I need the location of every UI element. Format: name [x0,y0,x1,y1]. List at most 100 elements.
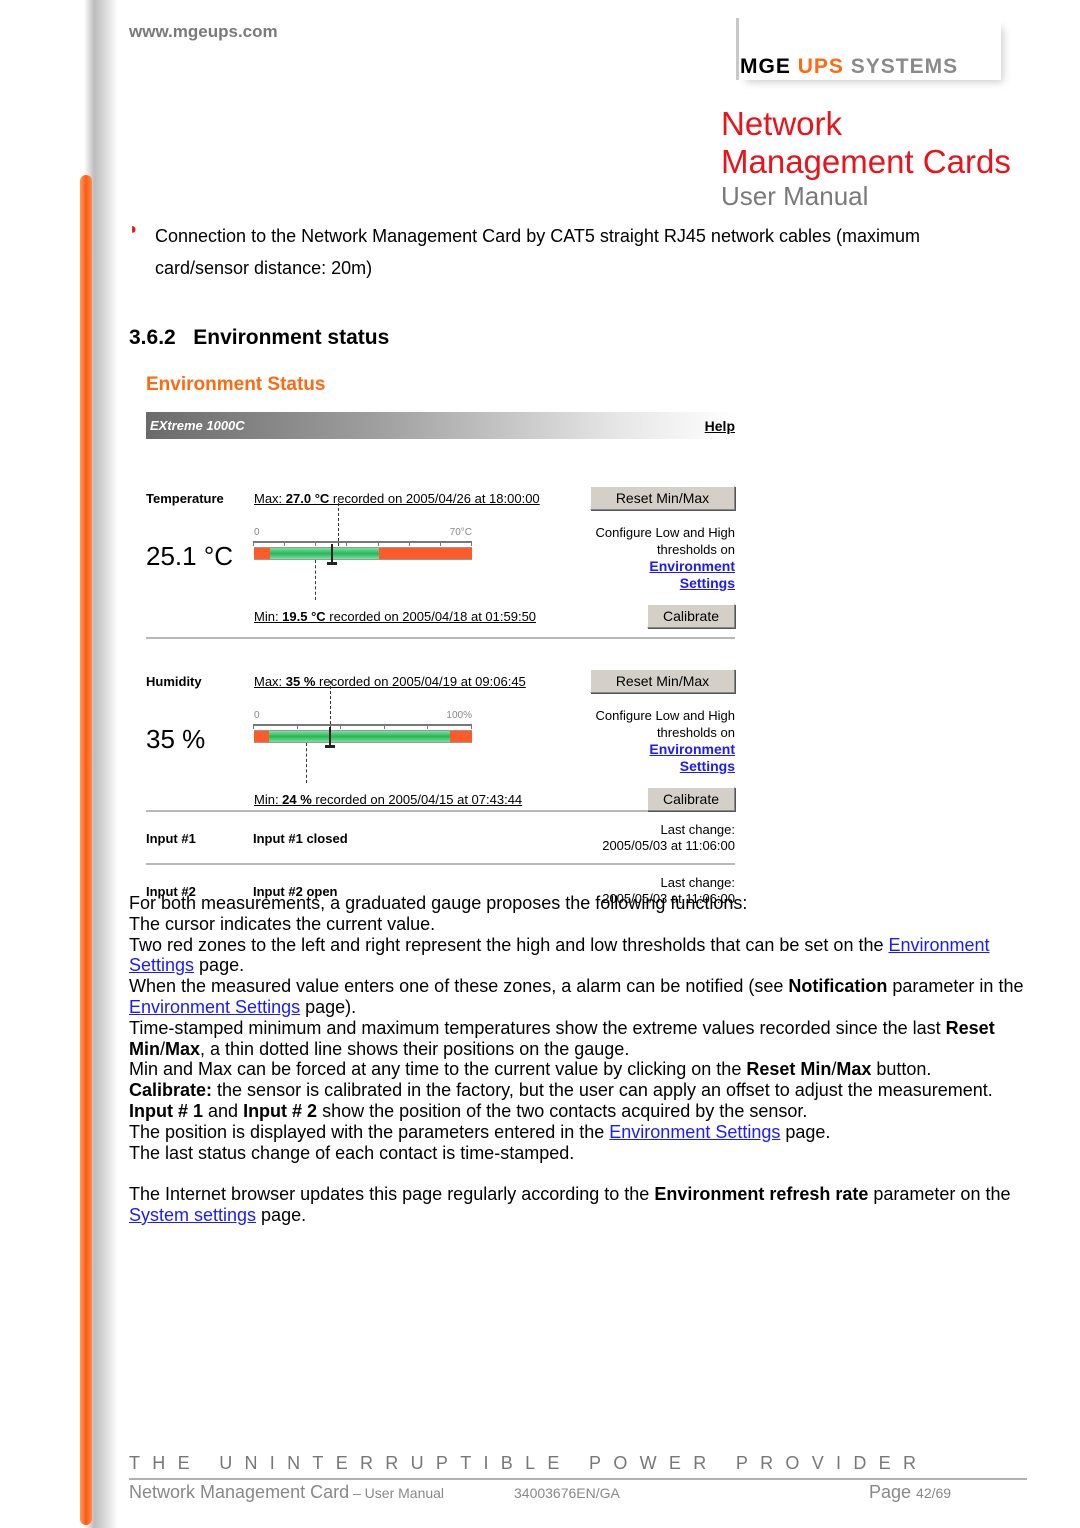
environment-settings-link[interactable]: Settings [596,575,735,592]
body-line: The position is displayed with the param… [129,1122,1029,1143]
max-record: Max: 35 % recorded on 2005/04/19 at 09:0… [254,674,526,689]
input-row: Input #1 Input #1 closed Last change: 200… [146,812,735,865]
min-prefix: Min: [254,609,283,624]
doc-title-line1: Network [721,105,843,142]
body-line: Calibrate: the sensor is calibrated in t… [129,1080,1029,1101]
device-bar: EXtreme 1000C Help [146,412,735,439]
orange-stripe-decoration [80,175,92,1525]
page-number: 42/69 [916,1485,952,1501]
footer-reference: 34003676EN/GA [514,1485,620,1501]
environment-settings-link[interactable]: Settings [596,758,735,775]
threshold-config: Configure Low and High thresholds on Envir… [596,524,735,592]
gauge-tick [377,541,379,546]
text-segment: The position is displayed with the param… [129,1121,610,1142]
page-label: Page [869,1482,917,1502]
body-line: Input # 1 and Input # 2 show the positio… [129,1101,1029,1122]
body-line: The last status change of each contact i… [129,1143,1029,1164]
text-segment: parameter on the [868,1184,1011,1205]
environment-settings-link[interactable]: Environment [596,558,735,575]
input-label: Input #1 [146,831,196,846]
gauge-green-zone [269,731,451,742]
environment-settings-link[interactable]: Environment [596,741,735,758]
last-change: Last change: 2005/05/03 at 11:06:00 [602,822,735,854]
input-state: Input #1 closed [253,831,348,846]
min-suffix: recorded on 2005/04/15 at 07:43:44 [311,792,523,807]
calibrate-button[interactable]: Calibrate [647,604,735,628]
text-segment: the sensor is calibrated in the factory,… [212,1080,993,1101]
measurement-row: Temperature 25.1 °C Max: 27.0 °C recorde… [146,439,735,639]
section-number: 3.6.2 [129,326,176,349]
settings-link[interactable]: Environment Settings [609,1122,780,1142]
bold-term: Max [165,1038,201,1059]
cursor-base [325,745,336,748]
body-line: Two red zones to the left and right repr… [129,935,1029,977]
max-value: 35 % [285,674,316,689]
text-segment: page. [256,1204,307,1225]
gauge-tick [296,724,298,729]
gauge-tick [383,724,385,729]
body-line: Time-stamped minimum and maximum tempera… [129,1018,1029,1060]
gauge-tick [471,541,472,546]
scale-min-label: 0 [254,710,260,721]
logo-systems: SYSTEMS [850,55,959,78]
logo-ups: UPS [797,55,844,78]
reset-min-max-button[interactable]: Reset Min/Max [590,669,735,693]
measurement-label: Temperature [146,491,224,506]
bold-term: Input # 2 [243,1100,318,1121]
text-segment: Time-stamped minimum and maximum tempera… [129,1017,946,1038]
environment-status-panel: EXtreme 1000C Help Temperature 25.1 °C M… [146,412,735,918]
bullet-icon: ◗ [129,221,139,238]
measurement-value: 35 % [146,724,206,754]
text-segment: show the position of the two contacts ac… [317,1100,808,1121]
gauge-tick [427,724,429,729]
max-marker [338,498,340,546]
gauge-scale-line [254,724,472,726]
min-marker [314,560,316,600]
text-segment: The last status change of each contact i… [129,1142,575,1163]
help-link[interactable]: Help [705,418,735,434]
text-segment: page. [194,955,245,976]
last-change-label: Last change: [660,822,735,837]
text-segment: When the measured value enters one of th… [129,976,789,997]
max-prefix: Max: [254,674,286,689]
gauge-tick [471,724,472,729]
min-value: 24 % [282,792,312,807]
body-line: When the measured value enters one of th… [129,976,1029,1018]
max-prefix: Max: [254,491,286,506]
brand-logo: MGE UPS SYSTEMS [740,55,958,79]
measurement-value: 25.1 °C [146,541,234,571]
gauge: 0 70°C [253,498,472,600]
calibrate-button[interactable]: Calibrate [647,787,735,811]
bold-term: Input # 1 [129,1100,204,1121]
gauge-green-zone [269,548,379,559]
header-url: www.mgeups.com [129,22,278,41]
text-segment: parameter in the [887,976,1024,997]
max-value: 27.0 °C [285,491,330,506]
settings-link[interactable]: Environment Settings [129,997,300,1017]
device-name: EXtreme 1000C [150,418,245,433]
config-text-1: Configure Low and High [595,525,735,540]
threshold-config: Configure Low and High thresholds on Envir… [596,707,735,775]
body-text: For both measurements, a graduated gauge… [129,893,1029,1226]
min-record: Min: 19.5 °C recorded on 2005/04/18 at 0… [254,609,536,624]
text-segment: The cursor indicates the current value. [129,913,436,934]
text-segment: and [203,1100,244,1121]
min-record: Min: 24 % recorded on 2005/04/15 at 07:4… [254,792,522,807]
min-prefix: Min: [254,792,283,807]
min-suffix: recorded on 2005/04/18 at 01:59:50 [325,609,537,624]
text-segment: Min and Max can be forced at any time to… [129,1059,747,1080]
logo-mge: MGE [740,55,791,78]
settings-link[interactable]: System settings [129,1205,256,1225]
reset-min-max-button[interactable]: Reset Min/Max [590,486,735,510]
gauge: 0 100% [253,681,472,783]
text-segment: button. [871,1059,932,1080]
body-line: Min and Max can be forced at any time to… [129,1059,1029,1080]
measurement-label: Humidity [146,674,202,689]
text-segment: , a thin dotted line shows their positio… [200,1038,630,1059]
body-line: For both measurements, a graduated gauge… [129,893,1029,914]
bold-term: Max [836,1059,872,1080]
min-marker [306,743,308,783]
scale-max-label: 100% [446,710,472,721]
measurement-row: Humidity 35 % Max: 35 % recorded on 2005… [146,647,735,812]
scale-max-label: 70°C [449,527,472,538]
